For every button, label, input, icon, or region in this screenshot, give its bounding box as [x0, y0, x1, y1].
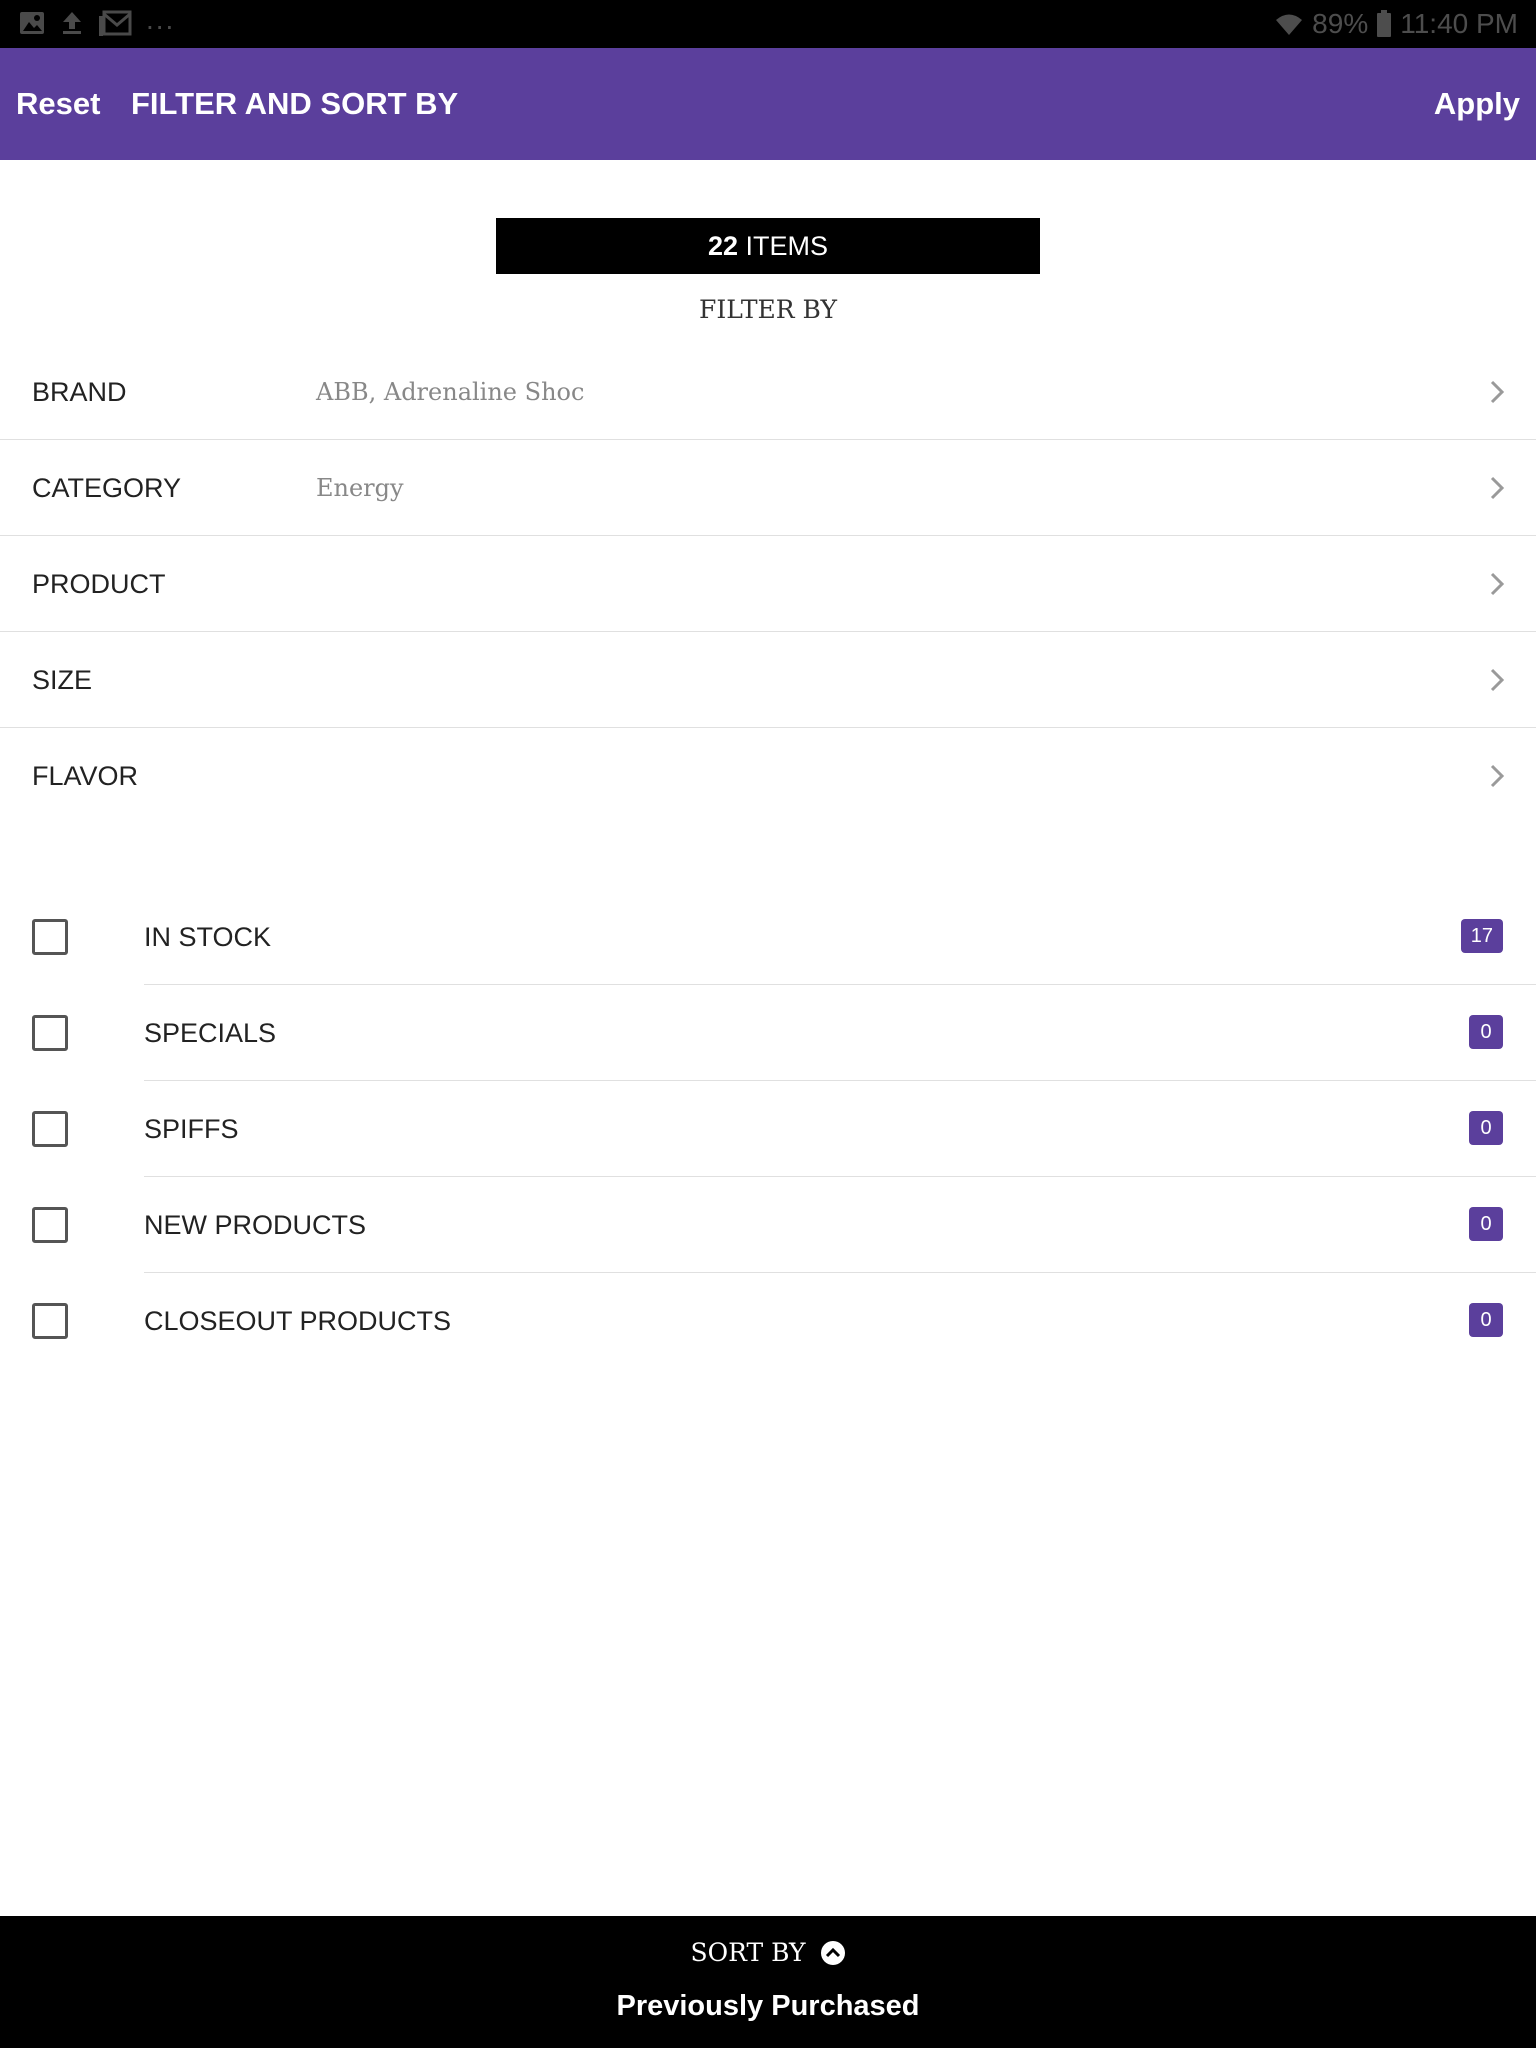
filter-by-heading: FILTER BY [699, 295, 837, 324]
sort-by-label: SORT BY [690, 1938, 806, 1967]
chevron-up-circle-icon[interactable] [820, 1940, 846, 1966]
battery-icon [1377, 10, 1392, 37]
wifi-icon [1276, 14, 1303, 35]
apply-button[interactable]: Apply [1434, 48, 1520, 160]
filter-label: CATEGORY [32, 473, 182, 503]
toggle-filter-list: IN STOCK 17 SPECIALS 0 SPIFFS 0 NEW PROD… [0, 889, 1536, 1369]
chevron-right-icon [1490, 476, 1505, 500]
toggle-row-closeout-products[interactable]: CLOSEOUT PRODUCTS 0 [0, 1273, 1536, 1369]
count-badge: 0 [1469, 1111, 1503, 1145]
system-status: 89% 11:40 PM [1274, 8, 1518, 40]
upload-icon [63, 12, 81, 34]
filter-label: SIZE [32, 665, 93, 695]
toggle-row-in-stock[interactable]: IN STOCK 17 [0, 889, 1536, 985]
items-count-banner: 22 ITEMS [496, 218, 1040, 274]
toggle-row-specials[interactable]: SPECIALS 0 [0, 985, 1536, 1081]
battery-percent: 89% [1312, 8, 1369, 39]
count-badge: 0 [1469, 1015, 1503, 1049]
toggle-row-new-products[interactable]: NEW PRODUCTS 0 [0, 1177, 1536, 1273]
new-products-checkbox[interactable] [32, 1207, 68, 1243]
filter-value: ABB, Adrenaline Shoc [316, 378, 585, 406]
reset-button[interactable]: Reset [16, 48, 100, 160]
image-icon [20, 12, 44, 34]
toggle-row-spiffs[interactable]: SPIFFS 0 [0, 1081, 1536, 1177]
filter-row-flavor[interactable]: FLAVOR [0, 728, 1536, 824]
chevron-right-icon [1490, 668, 1505, 692]
status-bar: ... 89% 11:40 PM [0, 0, 1536, 48]
filter-row-size[interactable]: SIZE [0, 632, 1536, 728]
app-bar: Reset FILTER AND SORT BY Apply [0, 48, 1536, 160]
filter-value: Energy [316, 474, 404, 502]
filter-row-category[interactable]: CATEGORY Energy [0, 440, 1536, 536]
chevron-right-icon [1490, 380, 1505, 404]
filter-list: BRAND ABB, Adrenaline Shoc CATEGORY Ener… [0, 344, 1536, 824]
toggle-label: CLOSEOUT PRODUCTS [144, 1306, 452, 1336]
closeout-products-checkbox[interactable] [32, 1303, 68, 1339]
chevron-right-icon [1490, 572, 1505, 596]
status-overflow: ... [146, 4, 176, 35]
items-count-number: 22 [707, 231, 738, 261]
filter-row-product[interactable]: PRODUCT [0, 536, 1536, 632]
filter-row-brand[interactable]: BRAND ABB, Adrenaline Shoc [0, 344, 1536, 440]
filter-label: BRAND [32, 377, 127, 407]
sort-by-bar[interactable]: SORT BY Previously Purchased [0, 1916, 1536, 2048]
filter-label: FLAVOR [32, 761, 139, 791]
toggle-label: NEW PRODUCTS [144, 1210, 366, 1240]
count-badge: 0 [1469, 1303, 1503, 1337]
notification-icons: ... [18, 6, 175, 36]
chevron-right-icon [1490, 764, 1505, 788]
count-badge: 17 [1460, 919, 1503, 953]
items-count-label: ITEMS [745, 231, 829, 261]
toggle-label: SPECIALS [144, 1018, 277, 1048]
clock: 11:40 PM [1400, 8, 1518, 39]
toggle-label: IN STOCK [144, 922, 272, 952]
filter-label: PRODUCT [32, 569, 166, 599]
page-title: FILTER AND SORT BY [131, 86, 459, 121]
specials-checkbox[interactable] [32, 1015, 68, 1051]
sort-by-value: Previously Purchased [616, 1990, 920, 2022]
toggle-label: SPIFFS [144, 1114, 239, 1144]
mail-icon [99, 10, 132, 36]
spiffs-checkbox[interactable] [32, 1111, 68, 1147]
in-stock-checkbox[interactable] [32, 919, 68, 955]
count-badge: 0 [1469, 1207, 1503, 1241]
sort-by-header: SORT BY [0, 1938, 1536, 1967]
